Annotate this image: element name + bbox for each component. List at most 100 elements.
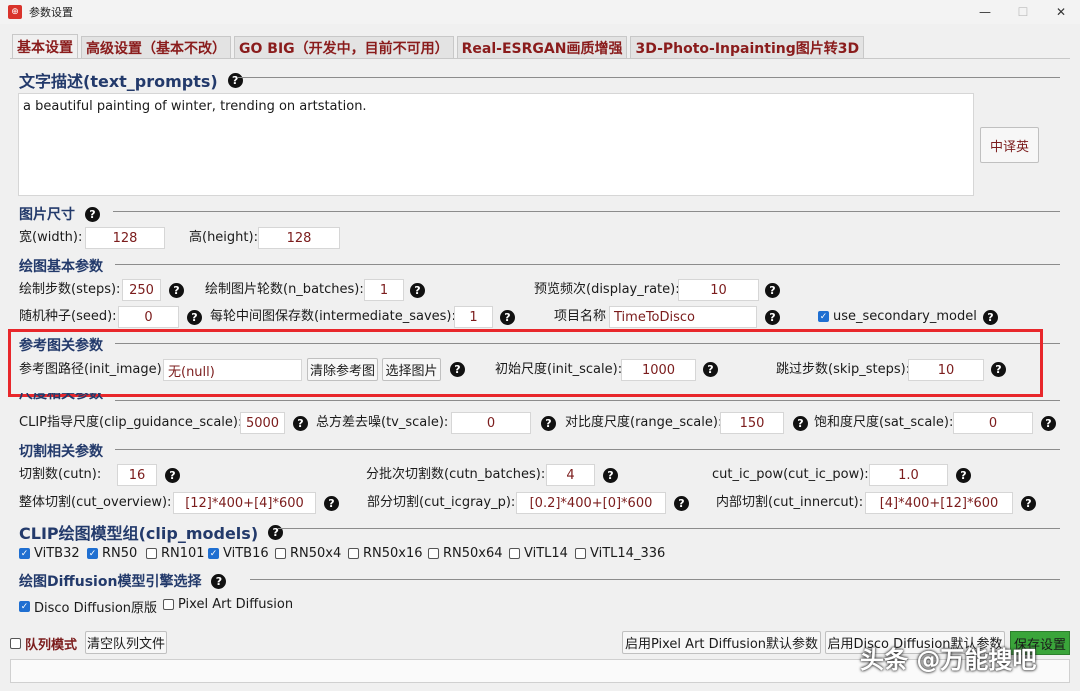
checkbox-icon [163, 599, 174, 610]
help-icon[interactable]: ? [410, 283, 425, 298]
tab-bar: 基本设置 高级设置（基本不改） GO BIG（开发中，目前不可用） Real-E… [12, 34, 867, 58]
clip-model-checkbox[interactable]: ViTL14 [509, 546, 568, 561]
clip-guidance-label: CLIP指导尺度(clip_guidance_scale): [19, 415, 243, 430]
help-icon[interactable]: ? [541, 416, 556, 431]
help-icon[interactable]: ? [211, 573, 227, 589]
clear-queue-button[interactable]: 清空队列文件 [85, 631, 167, 654]
width-input[interactable]: 128 [85, 227, 165, 249]
checkbox-icon [10, 638, 21, 649]
intermediate-saves-input[interactable]: 1 [454, 306, 493, 328]
divider [278, 528, 1060, 529]
window-controls: — ☐ ✕ [966, 0, 1080, 24]
help-icon[interactable]: ? [165, 468, 180, 483]
checkbox-icon [348, 548, 359, 559]
watermark: 头条 @万能搜吧 [860, 646, 1037, 674]
help-icon[interactable]: ? [1041, 416, 1056, 431]
close-button[interactable]: ✕ [1042, 0, 1080, 24]
tab-3d-photo[interactable]: 3D-Photo-Inpainting图片转3D [630, 36, 865, 58]
help-icon[interactable]: ? [85, 206, 100, 222]
help-icon[interactable]: ? [603, 468, 618, 483]
section-title-diffusion: 绘图Diffusion模型引擎选择 ? [19, 571, 227, 591]
tv-scale-input[interactable]: 0 [451, 412, 531, 434]
cut-ic-pow-input[interactable]: 1.0 [869, 464, 948, 486]
minimize-button[interactable]: — [966, 0, 1004, 24]
tab-advanced[interactable]: 高级设置（基本不改） [81, 36, 231, 58]
sat-scale-input[interactable]: 0 [953, 412, 1033, 434]
help-icon[interactable]: ? [793, 416, 808, 431]
sat-scale-label: 饱和度尺度(sat_scale): [814, 415, 954, 430]
clip-model-checkbox[interactable]: RN50x16 [348, 546, 423, 561]
checkbox-icon: ✓ [208, 548, 219, 559]
clip-model-checkbox[interactable]: ✓ ViTB16 [208, 546, 269, 561]
help-icon[interactable]: ? [227, 72, 243, 88]
help-icon[interactable]: ? [765, 283, 780, 298]
disco-diffusion-checkbox[interactable]: ✓ Disco Diffusion原版 [19, 597, 157, 616]
maximize-button[interactable]: ☐ [1004, 0, 1042, 24]
help-icon[interactable]: ? [324, 496, 339, 511]
clip-guidance-input[interactable]: 5000 [240, 412, 285, 434]
section-title-scale: 尺度相关参数 [19, 393, 103, 402]
help-icon[interactable]: ? [293, 416, 308, 431]
help-icon[interactable]: ? [765, 310, 780, 325]
text-prompts-input[interactable]: a beautiful painting of winter, trending… [18, 93, 974, 196]
section-title-size: 图片尺寸 ? [19, 204, 100, 224]
display-rate-label: 预览频次(display_rate): [534, 282, 680, 297]
checkbox-icon [575, 548, 586, 559]
title-bar: ⊕ 参数设置 — ☐ ✕ [0, 0, 1080, 24]
translate-button[interactable]: 中译英 [980, 127, 1039, 163]
pixel-default-button[interactable]: 启用Pixel Art Diffusion默认参数 [622, 631, 821, 654]
help-icon[interactable]: ? [169, 283, 184, 298]
checkbox-icon [146, 548, 157, 559]
help-icon[interactable]: ? [1021, 496, 1036, 511]
divider [115, 449, 1060, 450]
clip-model-checkbox[interactable]: ✓ ViTB32 [19, 546, 80, 561]
checkbox-icon [275, 548, 286, 559]
tab-basic[interactable]: 基本设置 [12, 34, 78, 58]
divider [237, 77, 1060, 78]
divider [113, 211, 1060, 212]
help-icon[interactable]: ? [268, 524, 284, 540]
section-title-text-prompts: 文字描述(text_prompts) ? [19, 68, 243, 92]
clip-model-checkbox[interactable]: ViTL14_336 [575, 546, 665, 561]
help-icon[interactable]: ? [187, 310, 202, 325]
section-title-basic: 绘图基本参数 [19, 259, 103, 275]
cutn-batches-label: 分批次切割数(cutn_batches): [366, 467, 546, 482]
clip-model-checkbox[interactable]: RN101 [146, 546, 205, 561]
section-title-clip-models: CLIP绘图模型组(clip_models) ? [19, 520, 284, 544]
help-icon[interactable]: ? [500, 310, 515, 325]
tab-esrgan[interactable]: Real-ESRGAN画质增强 [456, 36, 628, 58]
cutn-input[interactable]: 16 [117, 464, 157, 486]
queue-mode-checkbox[interactable]: 队列模式 [10, 634, 77, 653]
checkbox-icon: ✓ [818, 311, 829, 322]
divider [115, 400, 1060, 401]
n-batches-input[interactable]: 1 [364, 279, 404, 301]
cut-overview-input[interactable]: [12]*400+[4]*600 [173, 492, 316, 514]
range-scale-input[interactable]: 150 [720, 412, 784, 434]
clip-model-checkbox[interactable]: ✓ RN50 [87, 546, 137, 561]
project-input[interactable]: TimeToDisco [609, 306, 757, 328]
steps-label: 绘制步数(steps): [19, 282, 121, 297]
clip-model-checkbox[interactable]: RN50x4 [275, 546, 341, 561]
intermediate-saves-label: 每轮中间图保存数(intermediate_saves): [210, 309, 456, 324]
help-icon[interactable]: ? [983, 310, 998, 325]
display-rate-input[interactable]: 10 [678, 279, 759, 301]
clip-model-checkbox[interactable]: RN50x64 [428, 546, 503, 561]
cut-icgray-input[interactable]: [0.2]*400+[0]*600 [516, 492, 666, 514]
checkbox-icon: ✓ [19, 601, 30, 612]
cut-innercut-input[interactable]: [4]*400+[12]*600 [865, 492, 1013, 514]
checkbox-icon: ✓ [87, 548, 98, 559]
tab-go-big[interactable]: GO BIG（开发中，目前不可用） [234, 36, 454, 58]
cutn-batches-input[interactable]: 4 [546, 464, 595, 486]
app-icon: ⊕ [8, 5, 22, 19]
secondary-model-checkbox[interactable]: ✓ use_secondary_model [818, 309, 977, 324]
help-icon[interactable]: ? [956, 468, 971, 483]
tv-scale-label: 总方差去噪(tv_scale): [316, 415, 449, 430]
steps-input[interactable]: 250 [122, 279, 161, 301]
height-input[interactable]: 128 [258, 227, 340, 249]
n-batches-label: 绘制图片轮数(n_batches): [205, 282, 364, 297]
seed-input[interactable]: 0 [118, 306, 179, 328]
pixel-art-diffusion-checkbox[interactable]: Pixel Art Diffusion [163, 597, 293, 612]
help-icon[interactable]: ? [674, 496, 689, 511]
window-title: 参数设置 [29, 6, 73, 19]
width-label: 宽(width): [19, 230, 83, 245]
